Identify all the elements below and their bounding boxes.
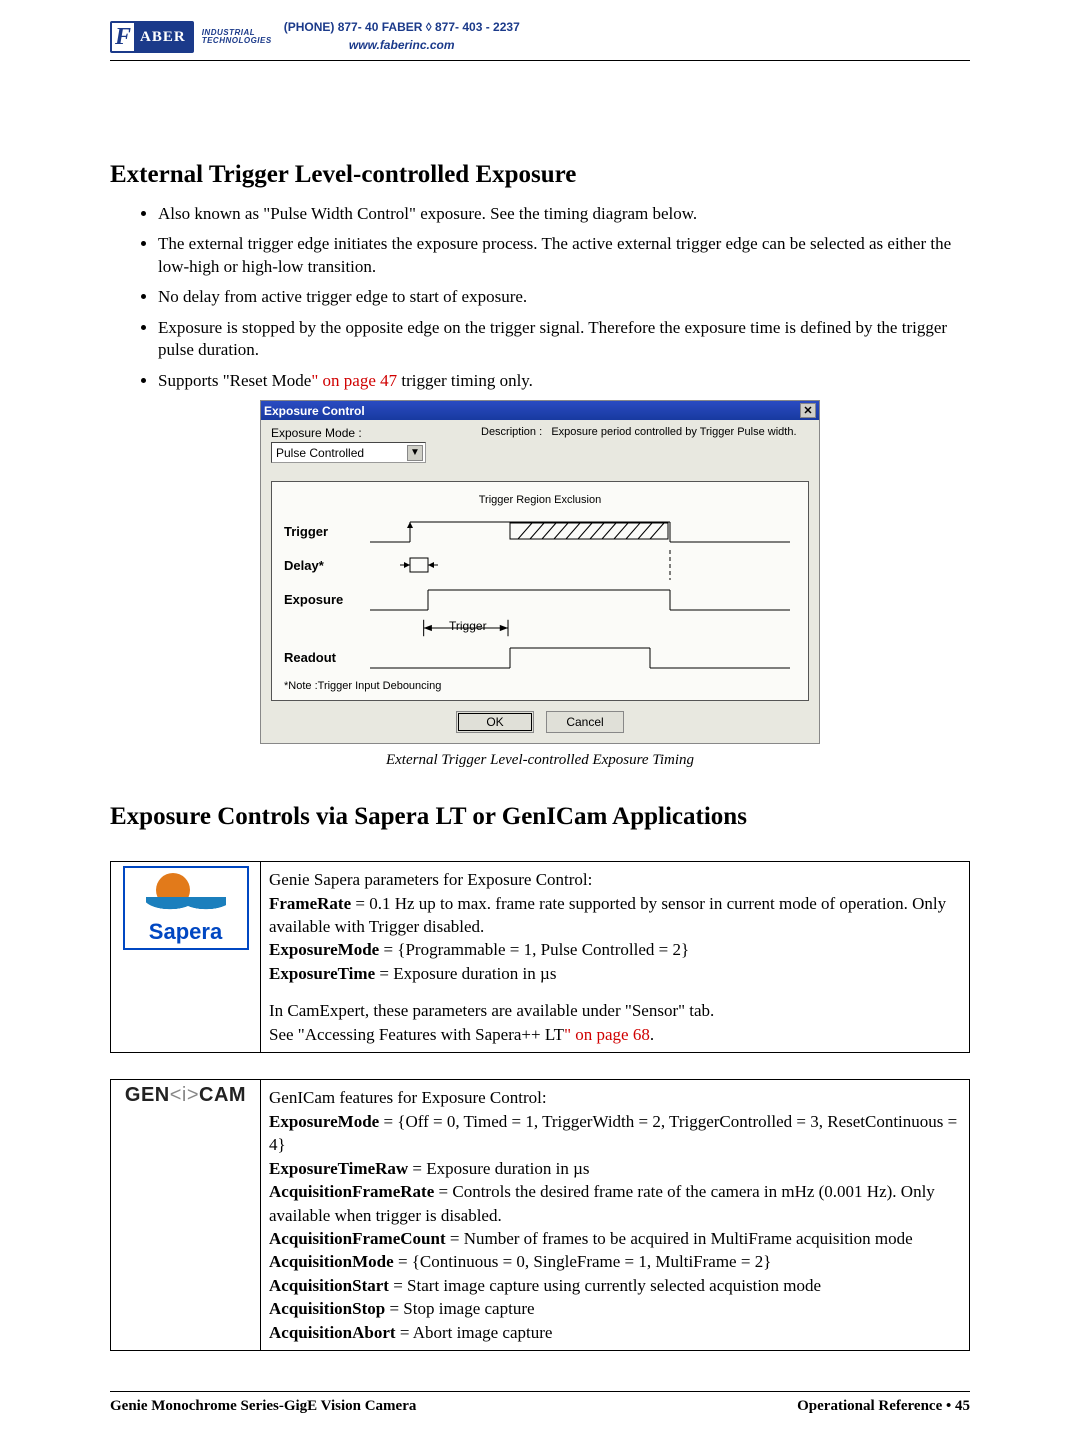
section-title-1: External Trigger Level-controlled Exposu… bbox=[110, 161, 970, 189]
chevron-down-icon[interactable]: ▼ bbox=[407, 445, 423, 461]
figure-caption: External Trigger Level-controlled Exposu… bbox=[260, 752, 820, 769]
exposure-control-dialog: Exposure Control ✕ Exposure Mode : Pulse… bbox=[260, 400, 820, 744]
bullet: No delay from active trigger edge to sta… bbox=[158, 286, 970, 308]
logo-letter-f: F bbox=[112, 23, 134, 51]
bullet: Supports "Reset Mode" on page 47 trigger… bbox=[158, 370, 970, 392]
timing-diagram: Trigger Region Exclusion Trigger bbox=[271, 481, 809, 701]
close-icon[interactable]: ✕ bbox=[800, 403, 816, 418]
description-label: Description : bbox=[481, 426, 542, 438]
waveform-trigger bbox=[364, 514, 796, 548]
genicam-logo: GEN<i>CAM bbox=[115, 1084, 256, 1107]
timing-note: *Note :Trigger Input Debouncing bbox=[284, 680, 796, 692]
dialog-title: Exposure Control bbox=[264, 404, 365, 418]
sapera-table: Sapera Genie Sapera parameters for Expos… bbox=[110, 861, 970, 1053]
row-label-exposure: Exposure bbox=[284, 592, 364, 607]
waveform-delay bbox=[364, 548, 796, 582]
waveform-readout bbox=[364, 640, 796, 674]
sapera-logo: Sapera bbox=[123, 866, 249, 950]
exposure-mode-value: Pulse Controlled bbox=[276, 446, 364, 460]
section-title-2: Exposure Controls via Sapera LT or GenIC… bbox=[110, 803, 970, 831]
description-value: Exposure period controlled by Trigger Pu… bbox=[551, 426, 796, 438]
sapera-info: Genie Sapera parameters for Exposure Con… bbox=[261, 862, 970, 1053]
faber-logo: F ABER bbox=[110, 21, 194, 53]
header-url[interactable]: www.faberinc.com bbox=[349, 38, 455, 52]
row-label-trigger: Trigger bbox=[284, 524, 364, 539]
bullet-list-1: Also known as "Pulse Width Control" expo… bbox=[110, 203, 970, 392]
page-footer: Genie Monochrome Series-GigE Vision Came… bbox=[110, 1392, 970, 1415]
exposure-mode-label: Exposure Mode : bbox=[271, 426, 441, 440]
page-header: F ABER INDUSTRIALTECHNOLOGIES (PHONE) 87… bbox=[110, 20, 970, 61]
header-phone: (PHONE) 877- 40 FABER ◊ 877- 403 - 2237 bbox=[284, 20, 520, 34]
bullet: Also known as "Pulse Width Control" expo… bbox=[158, 203, 970, 225]
genicam-info: GenICam features for Exposure Control: E… bbox=[261, 1080, 970, 1351]
logo-brand: ABER bbox=[134, 23, 192, 51]
exposure-mode-select[interactable]: Pulse Controlled ▼ bbox=[271, 442, 426, 463]
ok-button[interactable]: OK bbox=[456, 711, 534, 733]
cancel-button[interactable]: Cancel bbox=[546, 711, 624, 733]
page-ref-link[interactable]: " on page 68 bbox=[564, 1025, 650, 1044]
page-ref-link[interactable]: " on page 47 bbox=[311, 371, 397, 390]
bullet: The external trigger edge initiates the … bbox=[158, 233, 970, 278]
dialog-titlebar: Exposure Control ✕ bbox=[261, 401, 819, 420]
genicam-table: GEN<i>CAM GenICam features for Exposure … bbox=[110, 1079, 970, 1351]
row-label-delay: Delay* bbox=[284, 558, 364, 573]
footer-right: Operational Reference • 45 bbox=[797, 1398, 970, 1415]
footer-left: Genie Monochrome Series-GigE Vision Came… bbox=[110, 1398, 416, 1415]
timing-panel-title: Trigger Region Exclusion bbox=[284, 494, 796, 506]
row-label-readout: Readout bbox=[284, 650, 364, 665]
logo-subtitle: INDUSTRIALTECHNOLOGIES bbox=[202, 29, 272, 46]
bullet: Exposure is stopped by the opposite edge… bbox=[158, 317, 970, 362]
trigger-span-label: Trigger bbox=[449, 619, 487, 633]
